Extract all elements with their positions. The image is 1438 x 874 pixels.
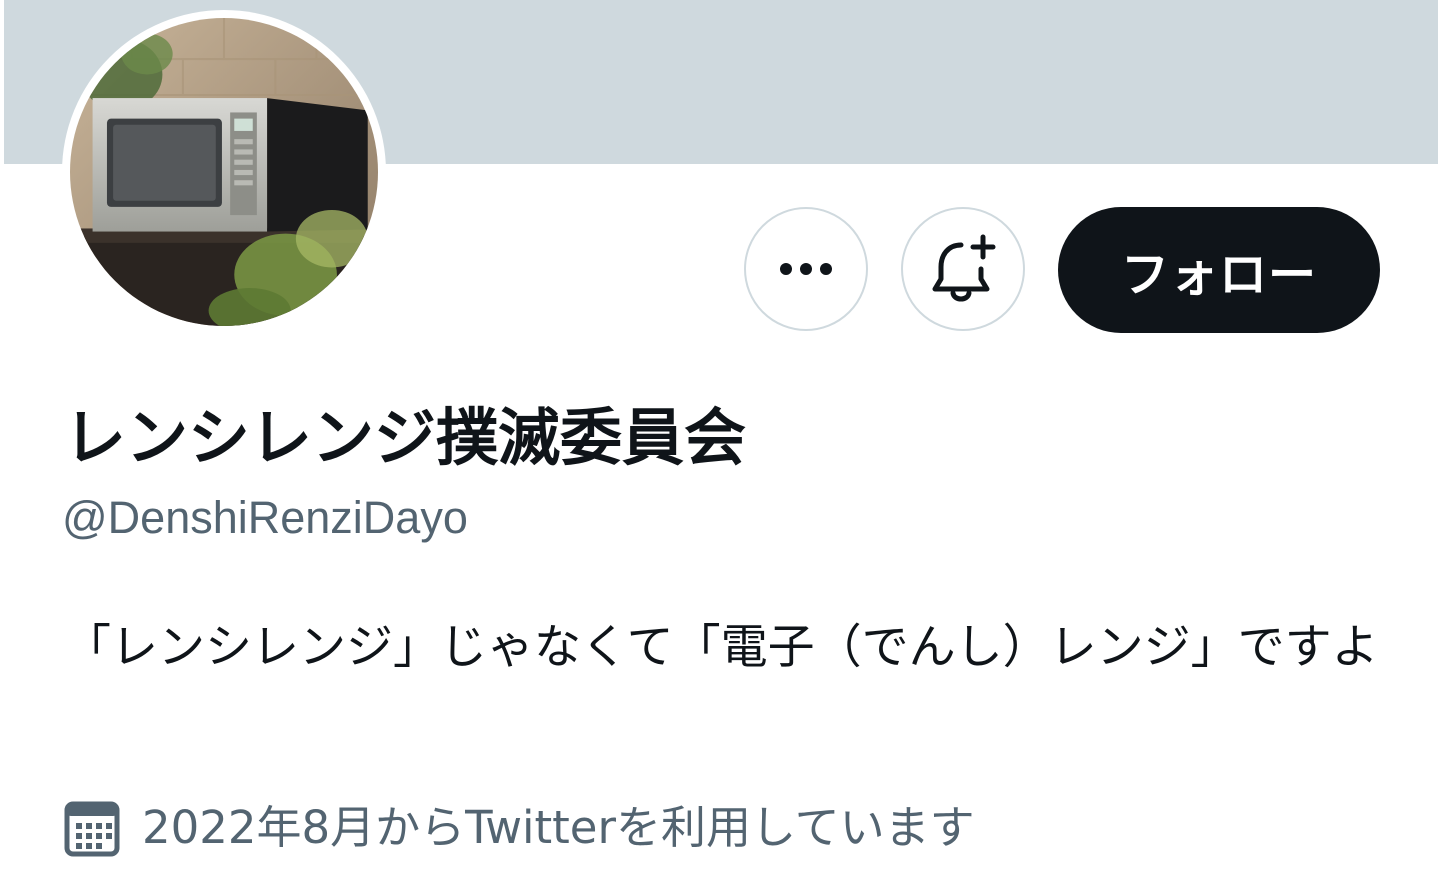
username-handle: @DenshiRenziDayo — [62, 492, 468, 543]
display-name: レンシレンジ撲滅委員会 — [64, 401, 747, 474]
calendar-icon — [64, 801, 120, 857]
joined-date: 2022年8月からTwitterを利用しています — [64, 798, 975, 858]
bell-plus-icon — [932, 234, 996, 302]
joined-date-text: 2022年8月からTwitterを利用しています — [142, 801, 975, 854]
follow-button[interactable]: フォロー — [1058, 207, 1380, 333]
more-button[interactable] — [744, 207, 868, 331]
notify-button[interactable] — [901, 207, 1025, 331]
more-horizontal-icon — [780, 263, 832, 275]
avatar-image — [70, 18, 378, 326]
bio: 「レンシレンジ」じゃなくて「電子（でんし）レンジ」ですよ — [64, 620, 1379, 675]
avatar[interactable] — [62, 10, 386, 334]
